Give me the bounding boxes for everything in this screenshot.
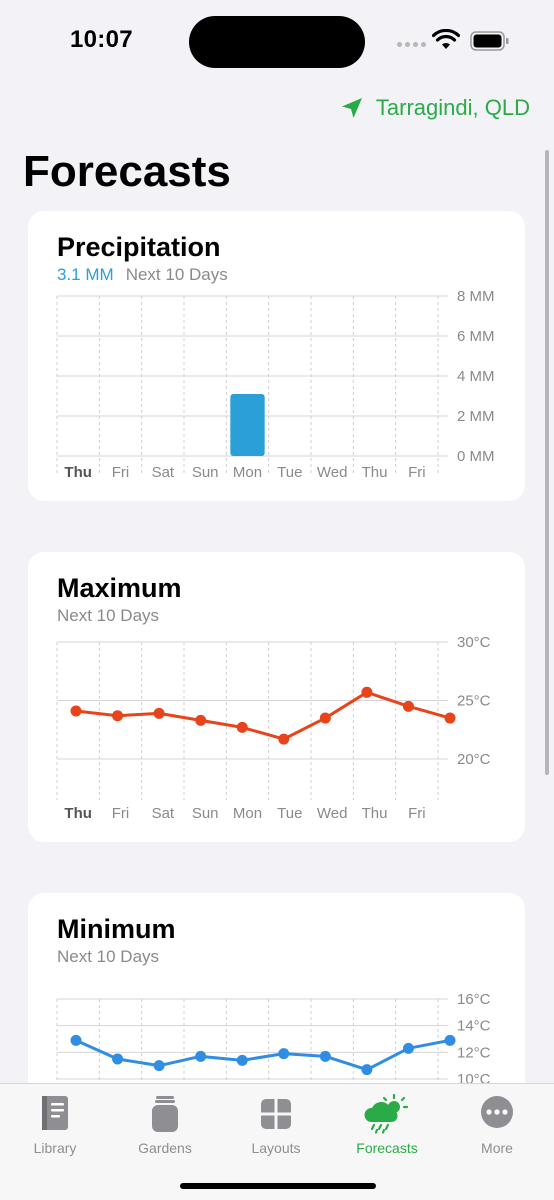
data-point bbox=[153, 707, 165, 719]
precipitation-card[interactable]: Precipitation 3.1 MM Next 10 Days 8 MM 6 M… bbox=[28, 211, 525, 501]
y-tick-label: 20°C bbox=[457, 751, 491, 768]
grid-icon bbox=[261, 1099, 291, 1129]
data-point bbox=[112, 1053, 124, 1065]
x-tick-label: Wed bbox=[317, 805, 348, 822]
x-tick-label: Fri bbox=[112, 464, 130, 481]
x-tick-label: Thu bbox=[362, 805, 388, 822]
data-point bbox=[70, 1034, 82, 1046]
x-tick-label: Tue bbox=[277, 464, 302, 481]
y-tick-label: 16°C bbox=[457, 991, 491, 1008]
data-point bbox=[195, 1050, 207, 1062]
x-tick-label: Sun bbox=[192, 805, 219, 822]
data-point bbox=[402, 1042, 414, 1054]
data-point bbox=[361, 1064, 373, 1076]
data-point bbox=[319, 1050, 331, 1062]
data-point bbox=[361, 686, 373, 698]
series-line bbox=[75, 1038, 451, 1072]
x-tick-label: Thu bbox=[362, 464, 388, 481]
x-tick-label: Fri bbox=[112, 805, 130, 822]
y-tick-label: 4 MM bbox=[457, 368, 495, 385]
battery-icon bbox=[470, 31, 509, 51]
book-icon bbox=[42, 1096, 68, 1130]
tab-library-label: Library bbox=[33, 1140, 77, 1156]
precipitation-bar bbox=[230, 394, 265, 456]
y-tick-label: 8 MM bbox=[457, 288, 495, 305]
data-point bbox=[153, 1060, 165, 1072]
x-tick-label: Mon bbox=[233, 464, 262, 481]
x-tick-label: Thu bbox=[64, 464, 92, 481]
cellular-signal-icon bbox=[397, 42, 426, 47]
dynamic-island bbox=[189, 16, 365, 68]
location-button[interactable]: Tarragindi, QLD bbox=[340, 95, 530, 121]
wifi-icon bbox=[432, 29, 460, 49]
y-tick-label: 25°C bbox=[457, 693, 491, 710]
jar-icon bbox=[152, 1096, 178, 1132]
tab-layouts[interactable]: Layouts bbox=[226, 1094, 326, 1156]
x-tick-label: Sat bbox=[152, 805, 175, 822]
location-label: Tarragindi, QLD bbox=[375, 95, 530, 120]
tab-library[interactable]: Library bbox=[5, 1094, 105, 1156]
status-time: 10:07 bbox=[70, 26, 133, 53]
data-point bbox=[112, 710, 124, 722]
status-bar: 10:07 bbox=[0, 0, 554, 90]
page-title: Forecasts bbox=[23, 147, 231, 196]
scroll-indicator[interactable] bbox=[545, 150, 549, 775]
y-tick-label: 2 MM bbox=[457, 408, 495, 425]
data-point bbox=[236, 721, 248, 733]
data-point bbox=[70, 705, 82, 717]
precipitation-chart: 8 MM 6 MM 4 MM 2 MM 0 MM Thu Fri Sat Sun Mon Tue We… bbox=[56, 288, 495, 481]
x-tick-label: Thu bbox=[64, 805, 92, 822]
data-point bbox=[319, 712, 331, 724]
tab-forecasts-label: Forecasts bbox=[356, 1140, 418, 1156]
y-tick-label: 6 MM bbox=[457, 328, 495, 345]
tab-layouts-label: Layouts bbox=[251, 1140, 301, 1156]
tab-forecasts[interactable]: Forecasts bbox=[337, 1094, 437, 1156]
maximum-chart: 30°C 25°C 20°C Thu Fri Sat Sun Mon Tue Wed Thu Fri bbox=[56, 634, 491, 822]
x-tick-label: Sat bbox=[152, 464, 175, 481]
y-tick-label: 14°C bbox=[457, 1018, 491, 1035]
tab-more[interactable]: More bbox=[447, 1094, 547, 1156]
data-point bbox=[195, 714, 207, 726]
data-point bbox=[444, 1034, 456, 1046]
tab-more-label: More bbox=[481, 1140, 513, 1156]
ellipsis-circle-icon bbox=[481, 1096, 513, 1128]
y-tick-label: 0 MM bbox=[457, 448, 495, 465]
data-point bbox=[402, 700, 414, 712]
x-tick-label: Fri bbox=[408, 464, 426, 481]
maximum-card[interactable]: Maximum Next 10 Days 30°C 25°C 20°C Thu Fri S… bbox=[28, 552, 525, 842]
data-point bbox=[278, 1048, 290, 1060]
data-point bbox=[278, 733, 290, 745]
y-tick-label: 30°C bbox=[457, 634, 491, 651]
tab-gardens[interactable]: Gardens bbox=[115, 1094, 215, 1156]
home-indicator bbox=[180, 1183, 376, 1189]
cloud-sun-rain-icon bbox=[364, 1094, 409, 1134]
location-arrow-icon bbox=[341, 98, 362, 118]
data-point bbox=[236, 1054, 248, 1066]
x-tick-label: Wed bbox=[317, 464, 348, 481]
tab-gardens-label: Gardens bbox=[138, 1140, 192, 1156]
x-tick-label: Sun bbox=[192, 464, 219, 481]
x-tick-label: Tue bbox=[277, 805, 302, 822]
data-point bbox=[444, 712, 456, 724]
y-tick-label: 12°C bbox=[457, 1044, 491, 1061]
x-tick-label: Fri bbox=[408, 805, 426, 822]
series-line bbox=[75, 690, 451, 741]
x-tick-label: Mon bbox=[233, 805, 262, 822]
